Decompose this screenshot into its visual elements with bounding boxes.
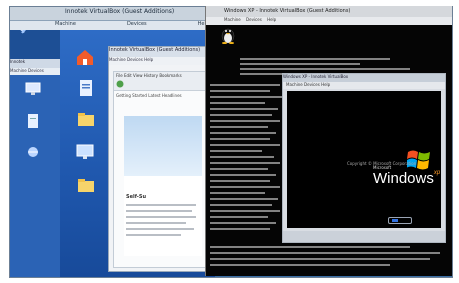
menu-help[interactable]: Help: [267, 17, 276, 22]
left-window-title: Innotek: [10, 59, 60, 68]
xp-window-title: Windows XP - Innotek VirtualBox: [283, 74, 445, 82]
back-icon[interactable]: [116, 80, 124, 88]
network-icon[interactable]: [24, 145, 42, 159]
tux-icon: [221, 28, 235, 44]
menu-devices[interactable]: Devices: [246, 17, 262, 22]
inner-window-title: Innotek VirtualBox (Guest Additions): [109, 47, 209, 57]
terminal-title: Windows XP - Innotek VirtualBox (Guest A…: [224, 8, 351, 14]
folder-icon[interactable]: [76, 110, 96, 130]
xp-boot-screen: Copyright © Microsoft Corporation Micros…: [287, 91, 441, 228]
xp-window-menubar: Machine Devices Help: [283, 82, 445, 89]
browser-menu-bookmarks[interactable]: Bookmarks: [159, 73, 181, 78]
browser-menu-edit[interactable]: Edit: [124, 73, 132, 78]
menu-help[interactable]: Help: [321, 82, 330, 87]
xp-status-bar: [283, 231, 445, 242]
browser-menu-view[interactable]: View: [133, 73, 143, 78]
document-icon[interactable]: [76, 78, 96, 98]
menu-devices[interactable]: Devices: [127, 21, 147, 27]
menu-devices[interactable]: Devices: [127, 57, 143, 62]
bookmark-getting-started[interactable]: Getting Started: [116, 93, 147, 98]
terminal-menubar: Machine Devices Help: [206, 17, 452, 25]
monitor-icon[interactable]: [75, 142, 95, 162]
document-icon[interactable]: [26, 113, 40, 129]
outer-window-title: Innotek VirtualBox (Guest Additions): [65, 8, 175, 15]
menu-help[interactable]: Help: [144, 57, 153, 62]
xp-windows-text: Windows: [373, 170, 434, 187]
home-icon[interactable]: [75, 47, 95, 67]
folder-icon[interactable]: [76, 176, 96, 196]
bookmark-latest-headlines[interactable]: Latest Headlines: [148, 93, 181, 98]
menu-machine[interactable]: Machine: [10, 68, 27, 73]
browser-page: Self-Su: [124, 116, 202, 256]
menu-machine[interactable]: Machine: [109, 57, 126, 62]
browser-window: File Edit View History Bookmarks Getting…: [113, 71, 207, 268]
windows-flag-icon: [407, 150, 430, 170]
menu-devices[interactable]: Devices: [28, 68, 44, 73]
xp-wordmark: Windowsxp: [373, 170, 440, 187]
left-desktop: Innotek Machine Devices: [10, 7, 61, 277]
browser-bookmarks-bar: Getting Started Latest Headlines: [116, 93, 182, 98]
terminal-titlebar: Windows XP - Innotek VirtualBox (Guest A…: [206, 6, 452, 17]
browser-toolbar: File Edit View History Bookmarks: [114, 72, 206, 91]
browser-menu-history[interactable]: History: [144, 73, 158, 78]
page-banner: [124, 116, 202, 176]
xp-vm-window: Windows XP - Innotek VirtualBox Machine …: [282, 73, 446, 243]
inner-window-menubar: Machine Devices Help: [109, 57, 209, 65]
menu-devices[interactable]: Devices: [304, 82, 320, 87]
menu-machine[interactable]: Machine: [224, 17, 241, 22]
browser-menu-file[interactable]: File: [116, 73, 123, 78]
menu-machine[interactable]: Machine: [286, 82, 303, 87]
inner-vm-window: Innotek VirtualBox (Guest Additions) Mac…: [108, 46, 210, 272]
monitor-icon[interactable]: [24, 81, 42, 97]
page-heading: Self-Su: [126, 194, 147, 200]
xp-edition-text: xp: [433, 170, 441, 176]
menu-machine[interactable]: Machine: [55, 21, 76, 27]
left-background-window: Innotek Machine Devices: [10, 59, 61, 277]
left-window-menu: Machine Devices: [10, 68, 60, 75]
xp-boot-progress: [388, 217, 412, 224]
